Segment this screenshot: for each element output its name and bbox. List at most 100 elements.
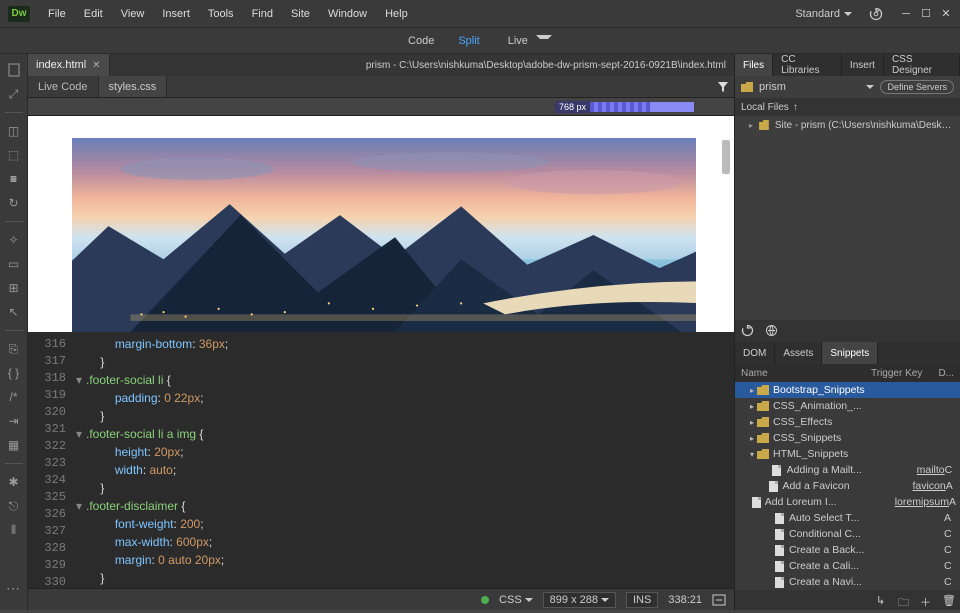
local-files-header[interactable]: Local Files ↑ xyxy=(735,98,960,116)
tab-cc-libraries[interactable]: CC Libraries xyxy=(773,54,842,76)
collapse-icon[interactable]: ▦ xyxy=(6,437,22,453)
snippet-folder[interactable]: ▸CSS_Snippets xyxy=(735,430,960,446)
view-split[interactable]: Split xyxy=(454,31,483,51)
select-icon[interactable]: ⬚ xyxy=(6,147,22,163)
menu-tools[interactable]: Tools xyxy=(200,4,242,24)
menu-window[interactable]: Window xyxy=(320,4,375,24)
inspect-icon[interactable]: ◫ xyxy=(6,123,22,139)
snippet-folder[interactable]: ▸Bootstrap_Snippets xyxy=(735,382,960,398)
snippet-folder[interactable]: ▾HTML_Snippets xyxy=(735,446,960,462)
wand-icon[interactable]: ✧ xyxy=(6,232,22,248)
tab-files[interactable]: Files xyxy=(735,54,773,76)
snippet-folder[interactable]: ▸CSS_Effects xyxy=(735,414,960,430)
pointer-icon[interactable]: ↖ xyxy=(6,304,22,320)
tab-snippets[interactable]: Snippets xyxy=(822,342,878,364)
view-live[interactable]: Live xyxy=(500,27,556,55)
workspace-switcher[interactable]: Standard xyxy=(789,6,858,22)
file-icon xyxy=(775,529,784,540)
new-folder-icon[interactable]: 🗀 xyxy=(898,594,910,606)
format-icon[interactable]: ⇥ xyxy=(6,413,22,429)
desc-initial: A xyxy=(946,480,956,492)
menu-view[interactable]: View xyxy=(113,4,153,24)
file-icon xyxy=(769,481,778,492)
tab-insert[interactable]: Insert xyxy=(842,54,884,76)
folder-icon xyxy=(759,120,769,130)
close-button[interactable]: ✕ xyxy=(940,8,952,20)
guides-icon[interactable]: ⊞ xyxy=(6,280,22,296)
minimize-button[interactable]: ─ xyxy=(900,8,912,20)
live-view-icon[interactable]: ≡ xyxy=(6,171,22,187)
view-code[interactable]: Code xyxy=(404,31,438,51)
code-editor[interactable]: 3163173183193203213223233243253263273283… xyxy=(28,332,734,588)
breakpoint-marker[interactable]: 768 px xyxy=(555,98,694,116)
sync-settings-icon[interactable] xyxy=(868,6,884,22)
snippet-item[interactable]: Auto Select T...A xyxy=(735,510,960,526)
snippet-item[interactable]: Conditional C...C xyxy=(735,526,960,542)
more-icon[interactable]: ⋯ xyxy=(6,580,22,596)
expand-triangle-icon[interactable]: ▸ xyxy=(747,402,757,411)
columns-icon[interactable]: ⫴ xyxy=(6,522,22,538)
snippet-item[interactable]: Add a FaviconfaviconA xyxy=(735,478,960,494)
snippet-item[interactable]: Create a Cali...C xyxy=(735,558,960,574)
live-code-tab[interactable]: Live Code xyxy=(28,76,99,97)
menu-site[interactable]: Site xyxy=(283,4,318,24)
snippet-label: Auto Select T... xyxy=(789,512,919,524)
code-content[interactable]: margin-bottom: 36px; } ▾.footer-social l… xyxy=(72,332,734,588)
snippet-item[interactable]: Add Loreum I...loremipsumA xyxy=(735,494,960,510)
tab-css-designer[interactable]: CSS Designer xyxy=(884,54,960,76)
tab-assets[interactable]: Assets xyxy=(775,342,822,364)
filter-icon[interactable] xyxy=(712,76,734,97)
star-icon[interactable]: ✱ xyxy=(6,474,22,490)
desc-initial: A xyxy=(949,496,956,508)
snippet-item[interactable]: Create a Back...C xyxy=(735,542,960,558)
tab-dom[interactable]: DOM xyxy=(735,342,775,364)
snippet-item[interactable]: Adding a Mailt...mailtoC xyxy=(735,462,960,478)
col-trigger[interactable]: Trigger Key xyxy=(871,368,922,379)
delete-icon[interactable]: 🗑 xyxy=(942,594,954,606)
refresh-icon[interactable] xyxy=(741,324,755,338)
lang-selector[interactable]: CSS xyxy=(499,594,533,606)
menu-find[interactable]: Find xyxy=(244,4,281,24)
ruler-icon[interactable]: ▭ xyxy=(6,256,22,272)
menu-help[interactable]: Help xyxy=(377,4,416,24)
snippets-columns: Name Trigger Key D... xyxy=(735,364,960,382)
live-preview-pane[interactable] xyxy=(28,116,734,332)
related-file-styles[interactable]: styles.css xyxy=(99,76,168,97)
preview-scrollbar[interactable] xyxy=(722,140,730,174)
comment-icon[interactable]: /* xyxy=(6,389,22,405)
brackets-icon[interactable]: { } xyxy=(6,365,22,381)
snippet-folder[interactable]: ▸CSS_Animation_... xyxy=(735,398,960,414)
expand-triangle-icon[interactable]: ▸ xyxy=(747,418,757,427)
snippet-label: Add a Favicon xyxy=(782,480,912,492)
snippet-item[interactable]: Create a Navi...C xyxy=(735,574,960,590)
expand-icon[interactable]: ⤢ xyxy=(6,86,22,102)
expand-triangle-icon[interactable]: ▸ xyxy=(749,121,753,130)
doc-icon[interactable] xyxy=(6,62,22,78)
code-nav-icon[interactable]: ⎘ xyxy=(6,341,22,357)
chevron-down-icon[interactable] xyxy=(866,85,874,89)
define-servers-button[interactable]: Define Servers xyxy=(880,80,954,94)
insert-mode[interactable]: INS xyxy=(626,592,658,608)
col-desc[interactable]: D... xyxy=(938,368,954,379)
expand-triangle-icon[interactable]: ▸ xyxy=(747,386,757,395)
link-icon[interactable] xyxy=(765,324,779,338)
close-icon[interactable]: ✕ xyxy=(92,60,100,71)
menu-file[interactable]: File xyxy=(40,4,74,24)
site-name[interactable]: prism xyxy=(759,81,786,93)
site-root-row[interactable]: ▸ Site - prism (C:\Users\nishkuma\Deskto… xyxy=(735,116,960,134)
menu-edit[interactable]: Edit xyxy=(76,4,111,24)
files-panel-tabs: Files CC Libraries Insert CSS Designer xyxy=(735,54,960,76)
expand-triangle-icon[interactable]: ▸ xyxy=(747,434,757,443)
insert-snippet-icon[interactable]: ↳ xyxy=(876,594,888,606)
new-snippet-icon[interactable]: ＋ xyxy=(920,594,932,606)
menu-insert[interactable]: Insert xyxy=(154,4,198,24)
refresh-icon[interactable]: ↻ xyxy=(6,195,22,211)
link-icon[interactable]: ⎋ xyxy=(6,498,22,514)
expand-triangle-icon[interactable]: ▾ xyxy=(747,450,757,459)
maximize-button[interactable]: ☐ xyxy=(920,8,932,20)
dimensions-readout[interactable]: 899 x 288 xyxy=(543,592,616,608)
snippets-tree[interactable]: ▸Bootstrap_Snippets▸CSS_Animation_...▸CS… xyxy=(735,382,960,590)
col-name[interactable]: Name xyxy=(741,368,871,379)
overflow-icon[interactable] xyxy=(712,594,726,606)
document-tab-index[interactable]: index.html ✕ xyxy=(28,54,110,76)
